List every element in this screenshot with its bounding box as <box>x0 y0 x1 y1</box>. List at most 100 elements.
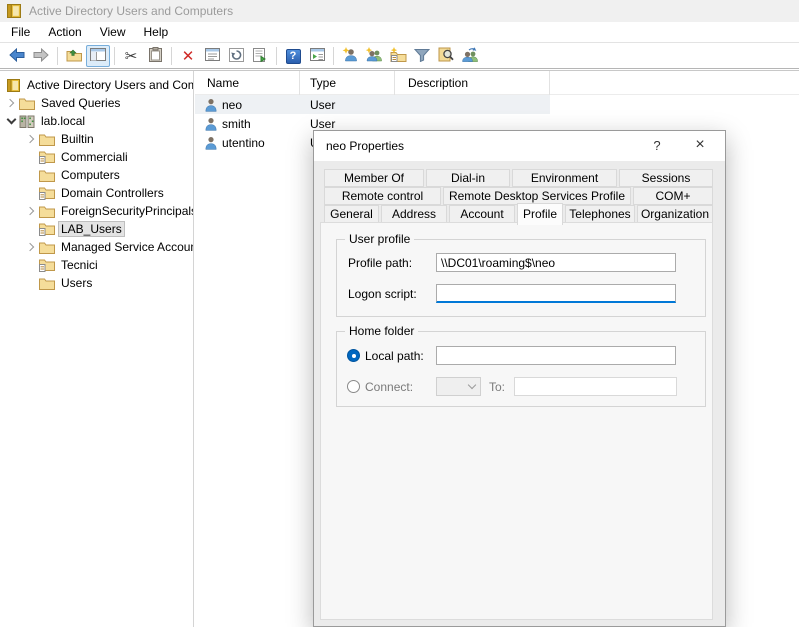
toolbar-separator <box>171 47 172 65</box>
tree-item-computers[interactable]: Computers <box>0 166 193 184</box>
menu-help[interactable]: Help <box>135 22 178 42</box>
new-group-button[interactable] <box>362 45 386 67</box>
chevron-right-icon[interactable] <box>24 208 38 214</box>
local-path-input[interactable] <box>436 346 676 365</box>
tab-telephones[interactable]: Telephones <box>565 205 635 223</box>
toolbar: ✂ ✕ ? <box>0 44 799 69</box>
new-user-button[interactable] <box>338 45 362 67</box>
tree-item-foreign-security-principals[interactable]: ForeignSecurityPrincipals <box>0 202 193 220</box>
aduc-window: Active Directory Users and Computers Fil… <box>0 0 799 627</box>
tab-environment[interactable]: Environment <box>512 169 617 187</box>
tab-dial-in[interactable]: Dial-in <box>426 169 510 187</box>
paste-button[interactable] <box>143 45 167 67</box>
help-button[interactable]: ? <box>281 45 305 67</box>
column-header-name[interactable]: Name <box>195 71 300 95</box>
dialog-title-bar: neo Properties ? × <box>314 131 725 161</box>
dialog-close-button[interactable]: × <box>689 134 711 156</box>
title-bar: Active Directory Users and Computers <box>0 0 799 22</box>
tab-profile[interactable]: Profile <box>517 203 563 225</box>
domain-icon <box>18 115 36 128</box>
user-icon <box>205 98 217 112</box>
column-header-description[interactable]: Description <box>395 71 550 95</box>
toolbar-separator <box>276 47 277 65</box>
help-icon: ? <box>286 49 301 64</box>
export-list-icon <box>253 48 268 65</box>
back-arrow-icon <box>9 48 25 65</box>
logon-script-input[interactable] <box>436 284 676 303</box>
app-icon <box>7 4 21 18</box>
console-tree-toggle-button[interactable] <box>86 45 110 67</box>
tree-item-domain-controllers[interactable]: Domain Controllers <box>0 184 193 202</box>
tree-item-root[interactable]: Active Directory Users and Computers <box>0 76 193 94</box>
tab-address[interactable]: Address <box>381 205 447 223</box>
chevron-down-icon[interactable] <box>4 116 18 126</box>
home-folder-group: Home folder Local path: Connect: To: <box>336 331 706 407</box>
to-label: To: <box>489 380 505 394</box>
tab-general[interactable]: General <box>324 205 379 223</box>
cut-button[interactable]: ✂ <box>119 45 143 67</box>
delegate-control-button[interactable] <box>458 45 482 67</box>
ou-folder-icon <box>38 186 56 200</box>
tab-organization[interactable]: Organization <box>637 205 713 223</box>
connect-radio[interactable] <box>347 380 360 393</box>
delete-button[interactable]: ✕ <box>176 45 200 67</box>
tab-remote-control[interactable]: Remote control <box>324 187 441 205</box>
find-button[interactable] <box>434 45 458 67</box>
chevron-right-icon[interactable] <box>4 100 18 106</box>
tree-item-managed-service-accounts[interactable]: Managed Service Accounts <box>0 238 193 256</box>
profile-tab-page: User profile Profile path: Logon script:… <box>320 222 713 620</box>
properties-window-icon <box>205 48 220 64</box>
up-folder-icon <box>66 48 83 65</box>
menu-action[interactable]: Action <box>39 22 90 42</box>
back-button[interactable] <box>5 45 29 67</box>
tab-sessions[interactable]: Sessions <box>619 169 713 187</box>
tab-member-of[interactable]: Member Of <box>324 169 424 187</box>
folder-icon <box>18 97 36 110</box>
delete-x-icon: ✕ <box>182 49 195 64</box>
connect-to-input[interactable] <box>514 377 677 396</box>
column-header-type[interactable]: Type <box>300 71 395 95</box>
user-icon <box>205 117 217 131</box>
tree-item-builtin[interactable]: Builtin <box>0 130 193 148</box>
tree-item-users[interactable]: Users <box>0 274 193 292</box>
new-window-icon <box>310 48 325 64</box>
chevron-right-icon[interactable] <box>24 244 38 250</box>
up-one-level-button[interactable] <box>62 45 86 67</box>
dialog-help-button[interactable]: ? <box>647 136 667 156</box>
neo-properties-dialog: neo Properties ? × Member Of Dial-in Env… <box>313 130 726 627</box>
export-list-button[interactable] <box>248 45 272 67</box>
forward-button[interactable] <box>29 45 53 67</box>
new-window-button[interactable] <box>305 45 329 67</box>
properties-button[interactable] <box>200 45 224 67</box>
profile-path-input[interactable] <box>436 253 676 272</box>
tree-item-lab-users[interactable]: LAB_Users <box>0 220 193 238</box>
tab-com-plus[interactable]: COM+ <box>633 187 713 205</box>
tree-item-saved-queries[interactable]: Saved Queries <box>0 94 193 112</box>
dialog-tabs: Member Of Dial-in Environment Sessions R… <box>324 169 713 223</box>
filter-funnel-icon <box>414 48 430 65</box>
ou-folder-icon <box>38 222 56 236</box>
scissors-icon: ✂ <box>125 49 138 64</box>
filter-button[interactable] <box>410 45 434 67</box>
drive-letter-dropdown[interactable] <box>436 377 481 396</box>
list-row-neo[interactable]: neo User <box>195 95 550 114</box>
menu-bar: File Action View Help <box>0 22 799 43</box>
tree-item-lab-local[interactable]: lab.local <box>0 112 193 130</box>
folder-icon <box>38 133 56 146</box>
console-tree: Active Directory Users and Computers Sav… <box>0 71 194 627</box>
new-ou-button[interactable] <box>386 45 410 67</box>
list-header: Name Type Description <box>195 71 799 95</box>
tree-item-commerciali[interactable]: Commerciali <box>0 148 193 166</box>
menu-view[interactable]: View <box>91 22 135 42</box>
refresh-button[interactable] <box>224 45 248 67</box>
local-path-radio[interactable] <box>347 349 360 362</box>
tab-account[interactable]: Account <box>449 205 515 223</box>
tab-row-1: Member Of Dial-in Environment Sessions <box>324 169 713 187</box>
delegate-users-icon <box>461 47 479 65</box>
chevron-right-icon[interactable] <box>24 136 38 142</box>
user-icon <box>205 136 217 150</box>
menu-file[interactable]: File <box>2 22 39 42</box>
tree-item-tecnici[interactable]: Tecnici <box>0 256 193 274</box>
user-profile-legend: User profile <box>345 232 414 246</box>
dialog-title: neo Properties <box>326 139 404 153</box>
